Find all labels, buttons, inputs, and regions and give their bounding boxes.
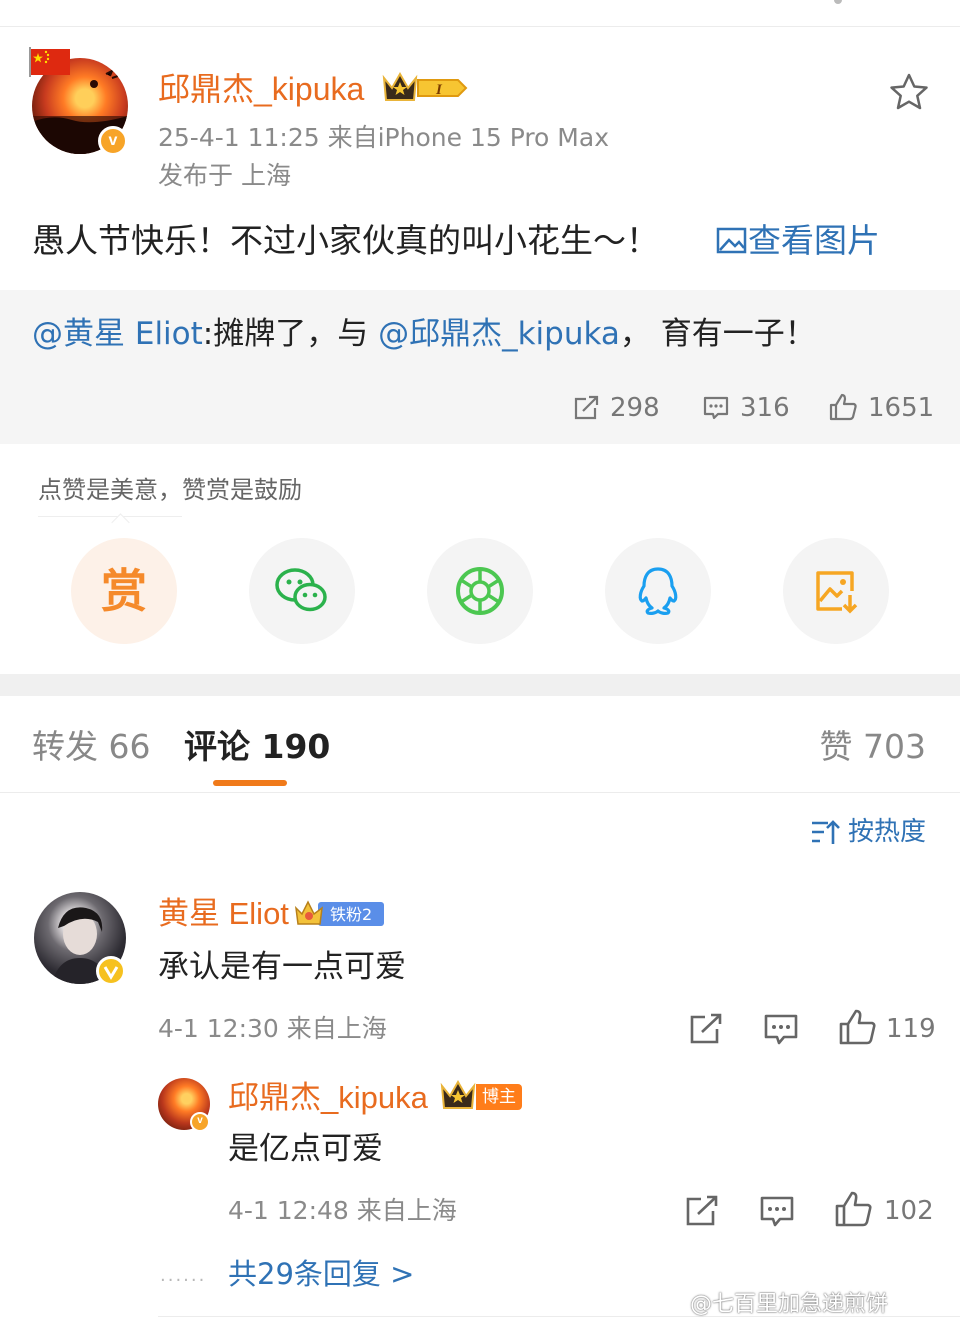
share-icon bbox=[574, 395, 599, 420]
fan-badge: 铁粉2 bbox=[294, 898, 386, 928]
sort-icon bbox=[812, 820, 840, 844]
star-icon[interactable] bbox=[888, 72, 930, 112]
reward-char: 赏 bbox=[101, 564, 147, 618]
reward-hint: 点赞是美意，赞赏是鼓励 bbox=[38, 476, 302, 504]
hint-divider bbox=[38, 516, 182, 517]
fan-badge-text: 铁粉2 bbox=[330, 905, 372, 924]
crown-icon bbox=[440, 1079, 476, 1109]
repost-share-count[interactable]: 298 bbox=[572, 392, 660, 424]
repost-text-part: :摊牌了，与 bbox=[202, 316, 379, 352]
reply-meta: 4-1 12:48 来自上海 bbox=[228, 1196, 457, 1225]
post-meta: 25-4-1 11:25 来自iPhone 15 Pro Max bbox=[158, 123, 609, 152]
comment-icon[interactable] bbox=[758, 1194, 796, 1230]
repost-comment-count[interactable]: 316 bbox=[702, 392, 790, 424]
crown-icon: I bbox=[382, 71, 468, 101]
thumbs-up-icon[interactable] bbox=[834, 1190, 874, 1228]
author-name[interactable]: 邱鼎杰_kipuka bbox=[158, 68, 364, 110]
mention-link[interactable]: @黄星 Eliot bbox=[32, 316, 203, 352]
reply-like-count: 102 bbox=[884, 1196, 934, 1226]
save-image-icon bbox=[816, 571, 858, 614]
qq-icon bbox=[638, 567, 678, 615]
sort-label: 按热度 bbox=[848, 817, 927, 847]
reply-dots: ······ bbox=[160, 1270, 207, 1291]
replier-name[interactable]: 邱鼎杰_kipuka bbox=[228, 1078, 428, 1118]
thumbs-up-icon[interactable] bbox=[838, 1008, 878, 1046]
fan-badge-bg: 铁粉2 bbox=[294, 900, 384, 926]
wechat-icon bbox=[275, 568, 327, 612]
tabs-divider bbox=[0, 792, 960, 793]
tab-reposts[interactable]: 转发 66 bbox=[32, 726, 150, 768]
share-wechat-button[interactable] bbox=[249, 538, 355, 644]
comment-like-count: 119 bbox=[886, 1014, 936, 1044]
reply-text: 是亿点可爱 bbox=[228, 1131, 383, 1167]
comment-text: 承认是有一点可爱 bbox=[158, 949, 406, 985]
share-icon[interactable] bbox=[688, 1012, 724, 1046]
comment-count: 316 bbox=[740, 393, 790, 423]
tab-likes[interactable]: 赞 703 bbox=[820, 726, 926, 768]
repost-like-count[interactable]: 1651 bbox=[828, 392, 934, 424]
sort-by-hot-button[interactable]: 按热度 bbox=[810, 815, 926, 849]
top-bar-edge bbox=[0, 0, 960, 27]
image-icon bbox=[716, 227, 747, 254]
section-divider bbox=[0, 674, 960, 696]
repost-text-part: ， 育有一子！ bbox=[619, 316, 816, 352]
comment-meta: 4-1 12:30 来自上海 bbox=[158, 1014, 387, 1043]
share-icon[interactable] bbox=[684, 1194, 720, 1228]
repost-text: @黄星 Eliot:摊牌了，与 @邱鼎杰_kipuka， 育有一子！ bbox=[32, 312, 816, 356]
verified-badge: v bbox=[190, 1112, 210, 1132]
active-tab-indicator bbox=[213, 780, 287, 786]
verified-badge: v bbox=[98, 126, 128, 156]
view-image-label: 查看图片 bbox=[748, 221, 880, 260]
commenter-name[interactable]: 黄星 Eliot bbox=[158, 894, 289, 934]
like-count: 1651 bbox=[868, 393, 935, 423]
comment-icon[interactable] bbox=[762, 1012, 800, 1048]
view-image-link[interactable]: 查看图片 bbox=[716, 218, 880, 264]
post-location: 发布于 上海 bbox=[158, 161, 291, 190]
comment-icon bbox=[703, 396, 729, 420]
post-text: 愚人节快乐！不过小家伙真的叫小花生～！ bbox=[32, 221, 659, 260]
share-moments-button[interactable] bbox=[427, 538, 533, 644]
share-count: 298 bbox=[610, 393, 660, 423]
save-image-button[interactable] bbox=[783, 538, 889, 644]
reward-button[interactable]: 赏 bbox=[71, 538, 177, 644]
moments-icon bbox=[456, 567, 504, 615]
view-more-replies-link[interactable]: 共29条回复 > bbox=[228, 1254, 414, 1294]
tab-comments[interactable]: 评论 190 bbox=[184, 726, 330, 768]
mention-link[interactable]: @邱鼎杰_kipuka bbox=[378, 316, 620, 352]
level-badge-text: I bbox=[435, 82, 443, 98]
china-flag-icon bbox=[29, 47, 70, 77]
verified-v-icon bbox=[103, 966, 119, 980]
author-badge: 博主 bbox=[476, 1084, 522, 1110]
share-qq-button[interactable] bbox=[605, 538, 711, 644]
watermark: @七百里加急递煎饼 bbox=[690, 1292, 889, 1317]
thumbs-up-icon bbox=[829, 393, 857, 421]
verified-badge bbox=[96, 956, 126, 986]
